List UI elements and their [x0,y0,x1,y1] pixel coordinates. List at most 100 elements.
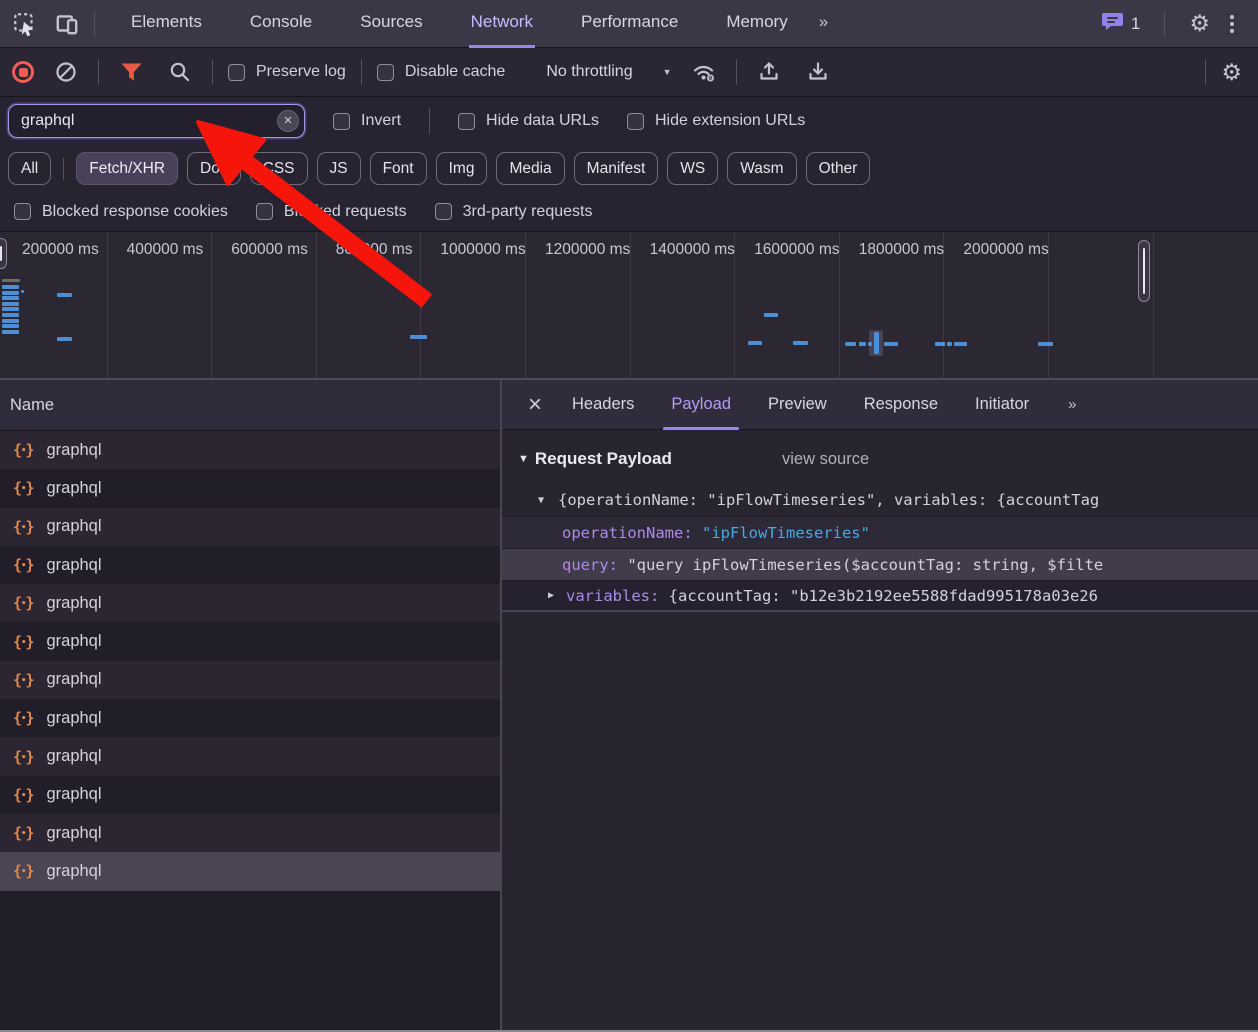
payload-preview-text: {operationName: "ipFlowTimeseries", vari… [558,491,1099,509]
collapse-triangle-icon: ▼ [538,495,552,506]
details-tab-initiator[interactable]: Initiator [975,380,1029,430]
name-column-header[interactable]: Name [0,380,500,431]
chip-wasm[interactable]: Wasm [727,152,796,185]
timeline-scroll-handle[interactable] [0,238,7,269]
hide-extension-urls-option: Hide extension URLs [627,112,805,130]
hide-extension-urls-checkbox[interactable] [627,113,644,130]
divider [98,59,99,85]
close-details-icon[interactable]: × [520,380,550,430]
json-request-icon: {•} [13,862,33,880]
chip-doc[interactable]: Doc [187,152,241,185]
filter-input[interactable] [9,112,304,130]
blocked-response-cookies-label: Blocked response cookies [42,203,228,221]
request-row[interactable]: {•}graphql [0,661,500,699]
request-row[interactable]: {•}graphql [0,469,500,507]
chip-manifest[interactable]: Manifest [574,152,659,185]
tab-console[interactable]: Console [248,0,314,48]
details-tab-payload[interactable]: Payload [671,380,731,430]
timeline-request-bar [764,313,778,317]
chip-fetch-xhr[interactable]: Fetch/XHR [76,152,178,185]
json-request-icon: {•} [13,556,33,574]
details-tab-headers[interactable]: Headers [572,380,634,430]
invert-checkbox[interactable] [333,113,350,130]
import-har-icon[interactable] [752,55,786,89]
record-network-log-button[interactable] [12,61,34,83]
request-name: graphql [46,517,101,536]
divider [212,59,213,85]
name-column-label: Name [10,396,54,415]
chip-img[interactable]: Img [436,152,488,185]
clear-filter-icon[interactable]: × [277,110,299,132]
preserve-log-option: Preserve log [228,63,346,81]
tab-elements[interactable]: Elements [129,0,204,48]
details-tab-preview[interactable]: Preview [768,380,827,430]
request-row[interactable]: {•}graphql [0,584,500,622]
timeline-tick-label: 200000 ms [22,241,99,259]
payload-preview-row[interactable]: ▼ {operationName: "ipFlowTimeseries", va… [502,484,1258,516]
tab-memory[interactable]: Memory [724,0,789,48]
blocked-requests-checkbox[interactable] [256,203,273,220]
json-request-icon: {•} [13,633,33,651]
request-row[interactable]: {•}graphql [0,431,500,469]
chip-ws[interactable]: WS [667,152,718,185]
request-row[interactable]: {•}graphql [0,508,500,546]
chip-css[interactable]: CSS [250,152,308,185]
chip-all[interactable]: All [8,152,51,185]
chip-media[interactable]: Media [496,152,564,185]
payload-operation-name-row[interactable]: operationName: "ipFlowTimeseries" [502,516,1258,548]
request-row[interactable]: {•}graphql [0,699,500,737]
search-icon[interactable] [163,55,197,89]
view-source-link[interactable]: view source [782,450,869,469]
throttling-select[interactable]: No throttling ▼ [546,63,671,81]
export-har-icon[interactable] [801,55,835,89]
clear-network-log-icon[interactable] [49,55,83,89]
timeline-request-bar [57,337,72,341]
preserve-log-checkbox[interactable] [228,64,245,81]
divider [94,11,95,37]
timeline-gridline [420,232,421,378]
network-overview-timeline[interactable]: 200000 ms400000 ms600000 ms800000 ms1000… [0,231,1258,380]
hide-data-urls-checkbox[interactable] [458,113,475,130]
tab-performance[interactable]: Performance [579,0,680,48]
timeline-tick-label: 1600000 ms [754,241,839,259]
request-row[interactable]: {•}graphql [0,814,500,852]
3rd-party-requests-label: 3rd-party requests [463,203,593,221]
request-payload-section[interactable]: ▼ Request Payload view source [502,442,1258,476]
json-request-icon: {•} [13,748,33,766]
timeline-scroll-handle[interactable] [1138,240,1150,302]
disable-cache-checkbox[interactable] [377,64,394,81]
kebab-menu-icon[interactable] [1224,15,1240,33]
more-details-tabs-chevron[interactable]: » [1068,396,1074,413]
payload-variables-row[interactable]: ▶ variables: {accountTag: "b12e3b2192ee5… [502,580,1258,612]
tab-sources[interactable]: Sources [358,0,424,48]
timeline-tick-label: 1200000 ms [545,241,630,259]
network-conditions-icon[interactable] [687,55,721,89]
timeline-request-bar [793,341,808,345]
hide-data-urls-option: Hide data URLs [458,112,599,130]
timeline-request-bar [947,342,952,346]
chip-other[interactable]: Other [806,152,871,185]
filter-funnel-icon[interactable] [114,55,148,89]
preserve-log-label: Preserve log [256,63,346,81]
details-tab-response[interactable]: Response [864,380,938,430]
payload-query-row-highlighted[interactable]: query: "query ipFlowTimeseries($accountT… [502,548,1258,580]
request-row[interactable]: {•}graphql [0,737,500,775]
chip-js[interactable]: JS [317,152,361,185]
blocked-response-cookies-checkbox[interactable] [14,203,31,220]
timeline-request-bar [57,293,72,297]
expand-triangle-icon: ▶ [548,590,562,601]
settings-gear-icon[interactable]: ⚙ [1189,12,1210,35]
tab-network[interactable]: Network [469,0,535,48]
issues-counter[interactable]: 1 [1101,11,1140,37]
more-panels-chevron[interactable]: » [817,0,830,48]
network-settings-gear-icon[interactable]: ⚙ [1221,61,1242,84]
chip-font[interactable]: Font [370,152,427,185]
3rd-party-requests-checkbox[interactable] [435,203,452,220]
request-name: graphql [46,556,101,575]
device-toolbar-icon[interactable] [50,7,84,41]
request-row[interactable]: {•}graphql [0,852,500,890]
request-row[interactable]: {•}graphql [0,623,500,661]
inspect-element-icon[interactable] [8,7,42,41]
request-row[interactable]: {•}graphql [0,776,500,814]
request-row[interactable]: {•} graphql [0,546,500,584]
